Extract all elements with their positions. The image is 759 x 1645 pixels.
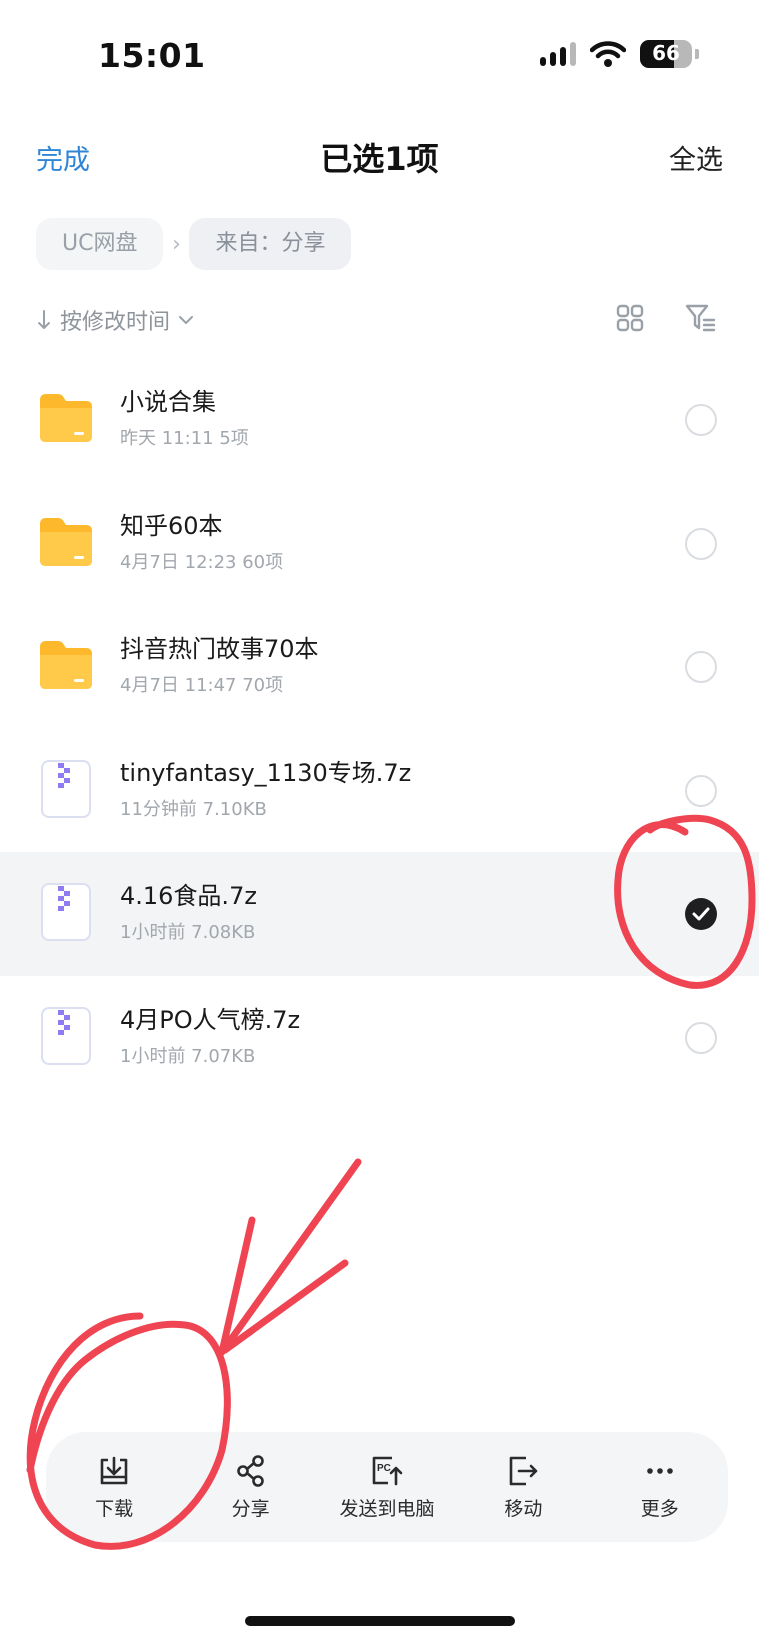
download-icon [100, 1456, 128, 1484]
svg-text:PC: PC [377, 1463, 391, 1474]
status-time: 15:01 [98, 36, 206, 75]
file-meta: 1小时前 7.08KB [120, 922, 256, 943]
file-row[interactable]: 抖音热门故事70本 4月7日 11:47 70项 [0, 605, 759, 729]
file-meta: 1小时前 7.07KB [120, 1045, 256, 1067]
selection-header: 完成 已选1项 全选 [0, 128, 759, 198]
archive-file-icon [41, 759, 91, 818]
send-to-pc-label: 发送到电脑 [339, 1497, 435, 1520]
folder-icon [40, 394, 92, 442]
file-row[interactable]: 知乎60本 4月7日 12:23 60项 [0, 482, 759, 606]
send-to-pc-button[interactable]: PC 发送到电脑 [322, 1454, 452, 1521]
file-name: tinyfantasy_1130专场.7z [120, 758, 412, 787]
page-title: 已选1项 [320, 140, 439, 178]
cellular-signal-icon [540, 42, 576, 66]
file-name: 4.16食品.7z [120, 882, 257, 910]
select-all-button[interactable]: 全选 [669, 138, 723, 177]
chevron-down-icon [179, 316, 194, 324]
file-meta: 4月7日 11:47 70项 [120, 675, 284, 696]
file-name: 小说合集 [120, 388, 216, 416]
file-list: 小说合集 昨天 11:11 5项 知乎60本 4月7日 12:23 60项 抖音… [0, 358, 759, 1099]
check-icon [692, 907, 710, 921]
action-toolbar: 下载 分享 PC 发送到电脑 移动 更多 [46, 1432, 728, 1542]
file-meta: 昨天 11:11 5项 [120, 428, 249, 449]
select-checkbox[interactable] [685, 527, 717, 560]
sort-dropdown[interactable]: 按修改时间 [36, 304, 194, 336]
send-to-pc-icon: PC [372, 1456, 403, 1485]
home-indicator [245, 1616, 515, 1626]
sort-bar: 按修改时间 [36, 300, 726, 340]
breadcrumb: UC网盘 › 来自：分享 [36, 218, 352, 270]
wifi-icon [590, 41, 626, 67]
download-label: 下载 [95, 1497, 134, 1520]
select-checkbox[interactable] [685, 651, 717, 683]
share-icon [236, 1454, 264, 1487]
move-icon [510, 1456, 538, 1485]
move-button[interactable]: 移动 [458, 1454, 588, 1521]
status-bar: 15:01 66 [0, 0, 759, 110]
status-indicators: 66 [540, 40, 699, 68]
archive-file-icon [41, 883, 91, 941]
select-checkbox-checked[interactable] [685, 898, 717, 930]
grid-view-icon[interactable] [616, 304, 644, 332]
annotation-arrow [218, 1158, 362, 1356]
chevron-right-icon: › [172, 231, 181, 257]
move-label: 移动 [504, 1497, 543, 1520]
folder-icon [40, 517, 92, 566]
sort-label: 按修改时间 [60, 310, 171, 335]
file-name: 抖音热门故事70本 [120, 635, 319, 663]
file-row-selected[interactable]: 4.16食品.7z 1小时前 7.08KB [0, 852, 759, 976]
breadcrumb-item-root[interactable]: UC网盘 [36, 218, 164, 270]
more-label: 更多 [640, 1497, 679, 1520]
archive-file-icon [41, 1006, 91, 1065]
select-checkbox[interactable] [685, 1021, 717, 1054]
file-name: 4月PO人气榜.7z [120, 1005, 301, 1034]
download-button[interactable]: 下载 [49, 1454, 179, 1521]
filter-icon[interactable] [684, 302, 716, 334]
select-checkbox[interactable] [685, 404, 717, 436]
arrow-down-icon [38, 310, 50, 329]
file-row[interactable]: 4月PO人气榜.7z 1小时前 7.07KB [0, 976, 759, 1100]
share-button[interactable]: 分享 [186, 1454, 316, 1521]
file-meta: 11分钟前 7.10KB [120, 798, 267, 820]
file-row[interactable]: tinyfantasy_1130专场.7z 11分钟前 7.10KB [0, 729, 759, 853]
file-name: 知乎60本 [120, 511, 223, 540]
battery-icon: 66 [640, 40, 692, 68]
file-row[interactable]: 小说合集 昨天 11:11 5项 [0, 358, 759, 482]
share-label: 分享 [231, 1497, 270, 1520]
more-button[interactable]: 更多 [595, 1454, 725, 1521]
battery-percent: 66 [652, 41, 680, 65]
file-meta: 4月7日 12:23 60项 [120, 551, 284, 573]
more-icon [646, 1467, 673, 1474]
breadcrumb-item-current[interactable]: 来自：分享 [189, 218, 352, 270]
folder-icon [40, 641, 92, 689]
select-checkbox[interactable] [685, 774, 717, 807]
